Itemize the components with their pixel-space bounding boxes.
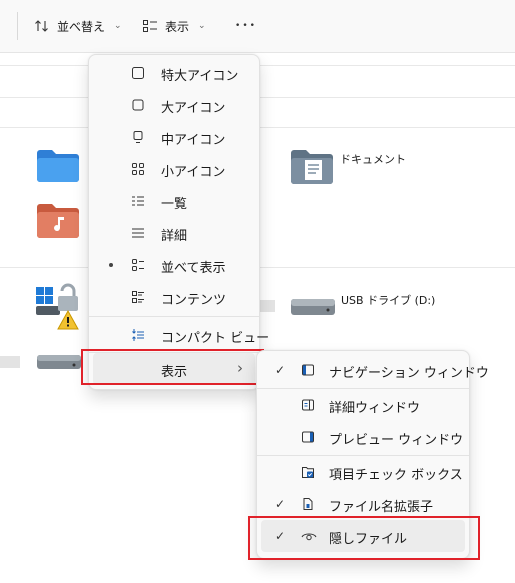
tiles-icon xyxy=(131,258,145,272)
menu-item-label: ファイル名拡張子 xyxy=(329,500,434,515)
preview-pane-icon xyxy=(301,430,315,444)
compact-view-icon xyxy=(131,328,145,342)
menu-item-label: 詳細ウィンドウ xyxy=(329,401,421,416)
menu-item-label: 特大アイコン xyxy=(161,69,239,84)
square-icon xyxy=(131,66,145,80)
sort-button[interactable]: 並べ替え ⌄ xyxy=(34,10,122,42)
documents-label: ドキュメント xyxy=(340,153,406,166)
check-icon: ✓ xyxy=(275,497,286,511)
folder-icon[interactable] xyxy=(36,149,80,183)
content-icon xyxy=(131,290,145,304)
menu-item-extra-large-icons[interactable]: 特大アイコン xyxy=(93,57,255,89)
chevron-down-icon: ⌄ xyxy=(198,21,206,31)
menu-item-label: ナビゲーション ウィンドウ xyxy=(329,366,489,381)
drive-capacity-bar xyxy=(0,356,20,368)
selected-indicator xyxy=(109,263,113,267)
music-folder-icon[interactable] xyxy=(36,203,80,239)
menu-item-medium-icons[interactable]: 中アイコン xyxy=(93,121,255,153)
usb-drive-icon[interactable] xyxy=(290,293,336,319)
menu-item-label: 詳細 xyxy=(161,229,188,244)
menu-separator xyxy=(89,316,259,317)
highlight-show-item xyxy=(81,349,264,385)
menu-item-label: 中アイコン xyxy=(161,133,226,148)
more-options-button[interactable]: ••• xyxy=(230,10,262,42)
menu-item-preview-pane[interactable]: プレビュー ウィンドウ xyxy=(261,421,465,453)
item-checkbox-icon xyxy=(301,465,315,479)
menu-item-label: 一覧 xyxy=(161,197,188,212)
details-pane-icon xyxy=(301,398,315,412)
more-icon: ••• xyxy=(235,21,257,31)
tiles-icon xyxy=(142,18,158,34)
small-grid-icon xyxy=(131,162,145,176)
menu-item-label: コンテンツ xyxy=(161,293,227,308)
check-icon: ✓ xyxy=(275,363,286,377)
menu-item-label: プレビュー ウィンドウ xyxy=(329,433,464,448)
file-extension-icon xyxy=(301,497,315,511)
command-bar: 並べ替え ⌄ 表示 ⌄ ••• xyxy=(0,0,515,53)
documents-folder-icon[interactable] xyxy=(290,149,334,185)
sort-label: 並べ替え xyxy=(57,19,106,34)
menu-item-list[interactable]: 一覧 xyxy=(93,185,255,217)
details-icon xyxy=(131,226,145,240)
menu-item-details-pane[interactable]: 詳細ウィンドウ xyxy=(261,389,465,421)
square-icon xyxy=(131,98,145,112)
menu-item-details[interactable]: 詳細 xyxy=(93,217,255,249)
menu-item-label: 並べて表示 xyxy=(161,261,226,276)
navigation-pane-icon xyxy=(301,363,315,377)
menu-item-compact-view[interactable]: コンパクト ビュー xyxy=(93,319,269,351)
menu-item-small-icons[interactable]: 小アイコン xyxy=(93,153,255,185)
view-label: 表示 xyxy=(165,19,190,34)
menu-item-label: 大アイコン xyxy=(161,101,226,116)
menu-item-tiles[interactable]: 並べて表示 xyxy=(93,249,255,281)
chevron-down-icon: ⌄ xyxy=(114,21,122,31)
menu-item-item-checkboxes[interactable]: 項目チェック ボックス xyxy=(261,456,465,488)
list-icon xyxy=(131,194,145,208)
system-drive-icon[interactable] xyxy=(34,281,86,333)
view-menu: 特大アイコン 大アイコン 中アイコン 小アイコン 一覧 詳細 並べて表示 コンテ… xyxy=(88,54,269,390)
menu-item-large-icons[interactable]: 大アイコン xyxy=(93,89,255,121)
sort-icon xyxy=(34,18,50,34)
menu-item-navigation-pane[interactable]: ✓ ナビゲーション ウィンドウ xyxy=(261,354,489,386)
monitor-icon xyxy=(131,130,145,144)
usb-drive-label: USB ドライブ (D:) xyxy=(341,294,436,307)
menu-item-content[interactable]: コンテンツ xyxy=(93,281,255,313)
drive-icon[interactable] xyxy=(36,351,82,373)
menu-item-label: 項目チェック ボックス xyxy=(329,468,463,483)
highlight-hidden-items xyxy=(248,516,480,560)
view-button[interactable]: 表示 ⌄ xyxy=(142,10,206,42)
toolbar-divider xyxy=(17,12,18,40)
menu-item-label: 小アイコン xyxy=(161,165,226,180)
menu-item-label: コンパクト ビュー xyxy=(161,331,270,346)
